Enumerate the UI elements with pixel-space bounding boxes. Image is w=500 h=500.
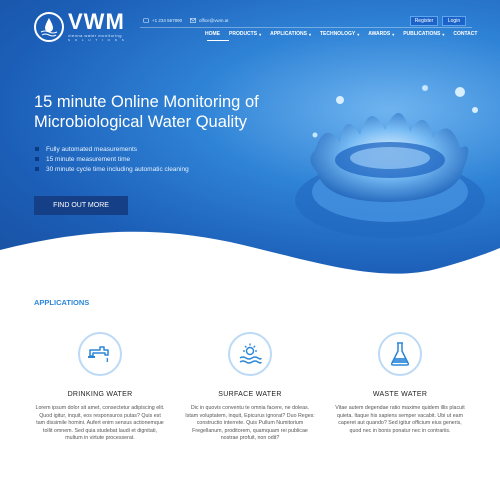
app-title: SURFACE WATER [218,391,282,398]
logo-name: VWM [68,9,125,34]
chevron-down-icon: ▾ [442,31,445,37]
hero-title-line2: Microbiological Water Quality [34,113,248,131]
mail-icon [190,18,196,23]
nav-products[interactable]: PRODUCTS ▾ [229,31,261,37]
nav-contact-label: CONTACT [453,31,478,37]
list-item: 15 minute measurement time [35,154,189,164]
chevron-down-icon: ▾ [357,31,360,37]
app-description: Lorem ipsum dolor sit amet, consectetur … [35,405,165,441]
applications-heading: APPLICATIONS [34,298,90,307]
nav-technology-label: TECHNOLOGY [319,31,356,37]
phone-icon [143,18,149,23]
chevron-down-icon: ▾ [308,31,311,37]
bullet-text: Fully automated measurements [46,145,138,153]
app-title: DRINKING WATER [67,391,133,398]
hero-title-line1: 15 minute Online Monitoring of [34,93,259,111]
list-item: 30 minute cycle time including automatic… [35,164,189,174]
application-card-surface[interactable]: SURFACE WATER Dic in quovis conventu te … [185,332,315,443]
hero-section: VWM vienna water monitoring S O L U T I … [0,0,500,275]
bullet-text: 15 minute measurement time [46,155,131,163]
bullet-square-icon [35,147,39,151]
logo[interactable]: VWM vienna water monitoring S O L U T I … [34,11,126,42]
nav-active-underline [207,40,229,41]
hero-wave-divider [0,231,500,275]
app-icon-circle [78,332,122,376]
app-icon-circle [228,332,272,376]
nav-publications[interactable]: PUBLICATIONS ▾ [403,31,444,37]
application-card-waste[interactable]: WASTE WATER Vitae autem degendae ratio m… [335,332,465,435]
nav-applications-label: APPLICATIONS [270,31,307,37]
email-contact[interactable]: office@vwm.at [190,18,229,23]
nav-products-label: PRODUCTS [229,31,258,37]
nav-awards[interactable]: AWARDS ▾ [368,31,394,37]
nav-applications[interactable]: APPLICATIONS ▾ [270,31,311,37]
nav-publications-label: PUBLICATIONS [403,31,441,37]
phone-number: +1 234 567890 [152,18,183,23]
header-divider [140,27,472,28]
application-card-drinking[interactable]: DRINKING WATER Lorem ipsum dolor sit ame… [35,332,165,443]
nav-contact[interactable]: CONTACT [453,31,477,37]
flask-icon [390,342,410,366]
bullet-square-icon [35,157,39,161]
app-icon-circle [378,332,422,376]
nav-home[interactable]: HOME [205,31,220,37]
drop-logo-icon [34,11,64,42]
login-button[interactable]: Login [442,16,466,26]
list-item: Fully automated measurements [35,144,189,154]
faucet-icon [88,346,109,363]
bullet-text: 30 minute cycle time including automatic… [46,165,189,173]
main-nav: HOME PRODUCTS ▾ APPLICATIONS ▾ TECHNOLOGY ▾… [205,31,486,37]
app-description: Dic in quovis conventu te omnia facere, … [185,405,315,441]
nav-awards-label: AWARDS [368,31,391,37]
app-title: WASTE WATER [372,391,428,398]
logo-tagline: S O L U T I O N S [68,38,126,42]
bullet-square-icon [35,167,39,171]
phone-contact[interactable]: +1 234 567890 [143,18,182,23]
register-button[interactable]: Register [410,16,438,26]
email-address: office@vwm.at [199,18,229,23]
sun-water-icon [239,343,262,364]
chevron-down-icon: ▾ [259,31,262,37]
hero-bullets: Fully automated measurements 15 minute m… [35,144,189,174]
nav-home-label: HOME [205,31,220,37]
app-description: Vitae autem degendae ratio maxime quidem… [335,405,465,434]
chevron-down-icon: ▾ [392,31,395,37]
hero-title: 15 minute Online Monitoring of Microbiol… [34,92,334,132]
nav-technology[interactable]: TECHNOLOGY ▾ [320,31,359,37]
